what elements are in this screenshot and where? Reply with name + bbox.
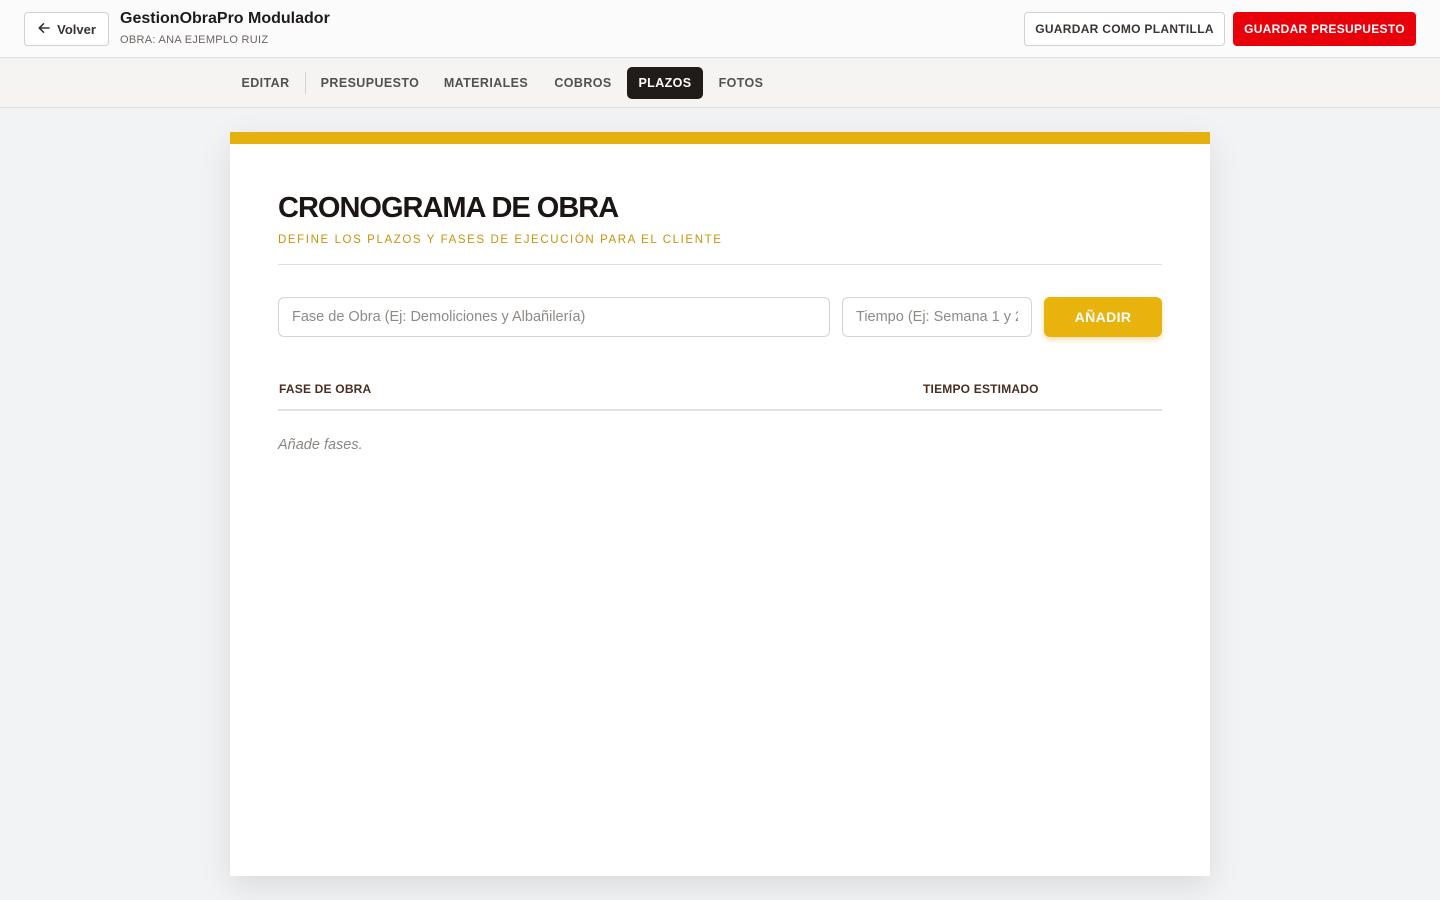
phase-input[interactable] (278, 297, 830, 337)
save-budget-button[interactable]: GUARDAR PRESUPUESTO (1233, 12, 1416, 46)
back-button-label: Volver (57, 21, 96, 37)
tab-editar[interactable]: EDITAR (230, 67, 301, 99)
back-button[interactable]: Volver (24, 12, 109, 46)
empty-state-message: Añade fases. (278, 437, 363, 453)
card-subtitle: DEFINE LOS PLAZOS Y FASES DE EJECUCIÓN P… (278, 234, 723, 246)
card-title: CRONOGRAMA DE OBRA (278, 192, 619, 224)
tab-cobros[interactable]: COBROS (545, 67, 621, 99)
column-header-phase: FASE DE OBRA (279, 382, 372, 396)
schedule-card: CRONOGRAMA DE OBRA DEFINE LOS PLAZOS Y F… (230, 132, 1210, 876)
card-accent-bar (230, 132, 1210, 144)
add-phase-button[interactable]: AÑADIR (1044, 297, 1162, 337)
tab-plazos[interactable]: PLAZOS (627, 67, 703, 99)
arrow-left-icon (37, 21, 51, 38)
tab-presupuesto[interactable]: PRESUPUESTO (311, 67, 429, 99)
tab-fotos[interactable]: FOTOS (710, 67, 772, 99)
time-input[interactable] (842, 297, 1032, 337)
top-header: Volver GestionObraPro Modulador OBRA: AN… (0, 0, 1440, 58)
table-header-divider (278, 409, 1162, 411)
tab-materiales[interactable]: MATERIALES (435, 67, 537, 99)
tab-bar: EDITAR PRESUPUESTO MATERIALES COBROS PLA… (0, 59, 1440, 108)
project-subtitle: OBRA: ANA EJEMPLO RUIZ (120, 34, 269, 46)
tab-separator (305, 72, 306, 94)
divider (278, 264, 1162, 265)
app-title: GestionObraPro Modulador (120, 10, 330, 27)
save-as-template-button[interactable]: GUARDAR COMO PLANTILLA (1024, 12, 1225, 46)
column-header-time: TIEMPO ESTIMADO (923, 382, 1039, 396)
